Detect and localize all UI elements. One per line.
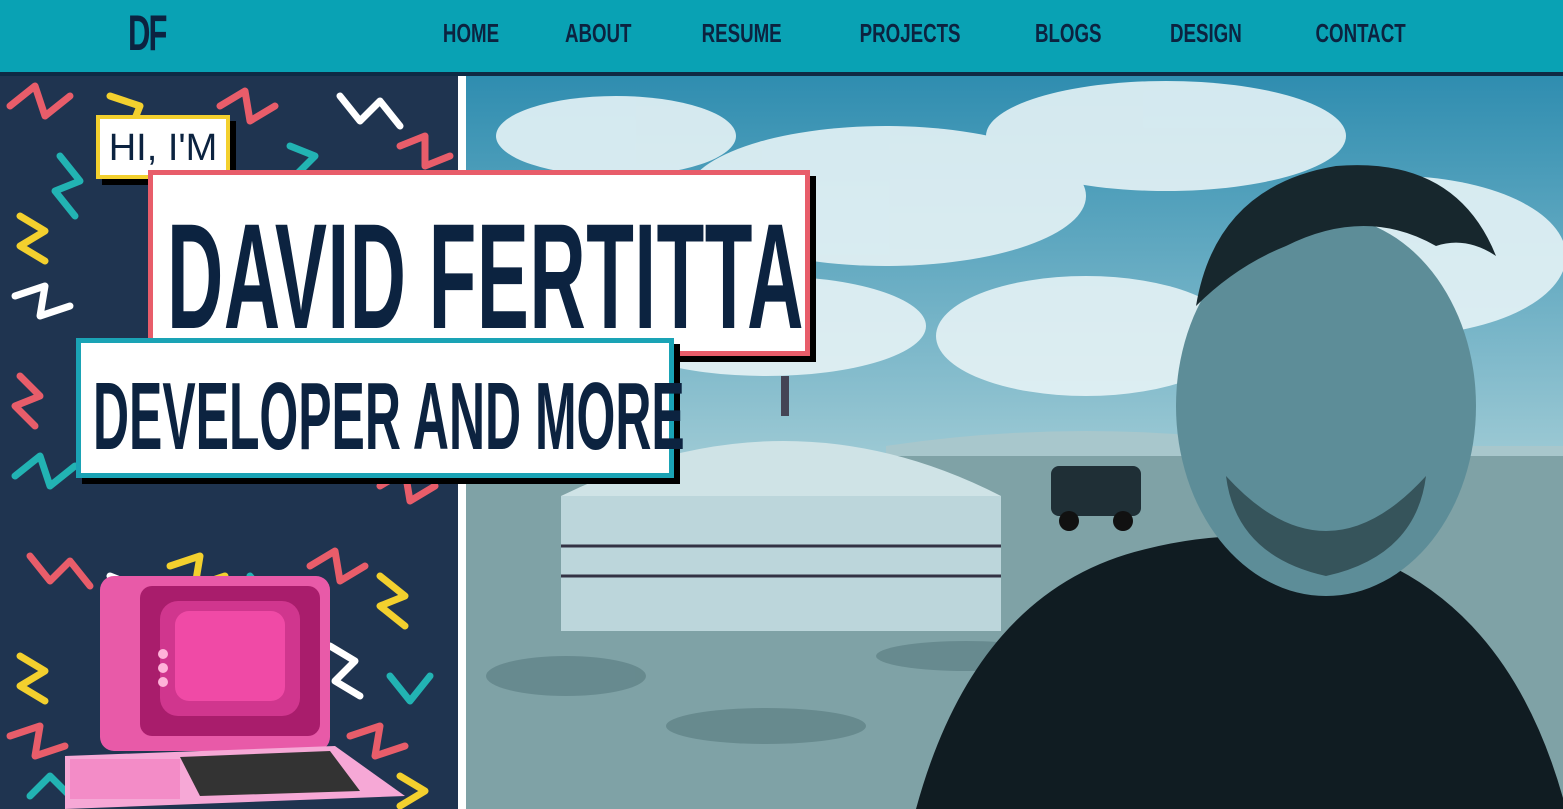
nav-link-blogs[interactable]: BLOGS <box>1035 20 1102 46</box>
nav-link-about[interactable]: ABOUT <box>565 20 632 46</box>
name-banner: DAVID FERTITTA <box>148 170 810 356</box>
nav-link-design[interactable]: DESIGN <box>1170 20 1242 46</box>
retro-computer-icon <box>65 576 405 809</box>
nav-link-projects[interactable]: PROJECTS <box>859 20 960 46</box>
greeting-text: HI, I'M <box>108 127 218 169</box>
site-logo[interactable]: DF <box>128 8 167 58</box>
nav-link-resume[interactable]: RESUME <box>702 20 782 46</box>
nav-link-home[interactable]: HOME <box>443 20 499 46</box>
tagline-banner: DEVELOPER AND MORE <box>76 338 685 478</box>
hero-name: DAVID FERTITTA <box>167 192 804 360</box>
top-navigation: DF HOME ABOUT RESUME PROJECTS BLOGS DESI… <box>0 0 1563 76</box>
nav-links: HOME ABOUT RESUME PROJECTS BLOGS DESIGN … <box>432 20 1423 46</box>
nav-link-contact[interactable]: CONTACT <box>1315 20 1405 46</box>
hero-tagline: DEVELOPER AND MORE <box>93 363 685 470</box>
